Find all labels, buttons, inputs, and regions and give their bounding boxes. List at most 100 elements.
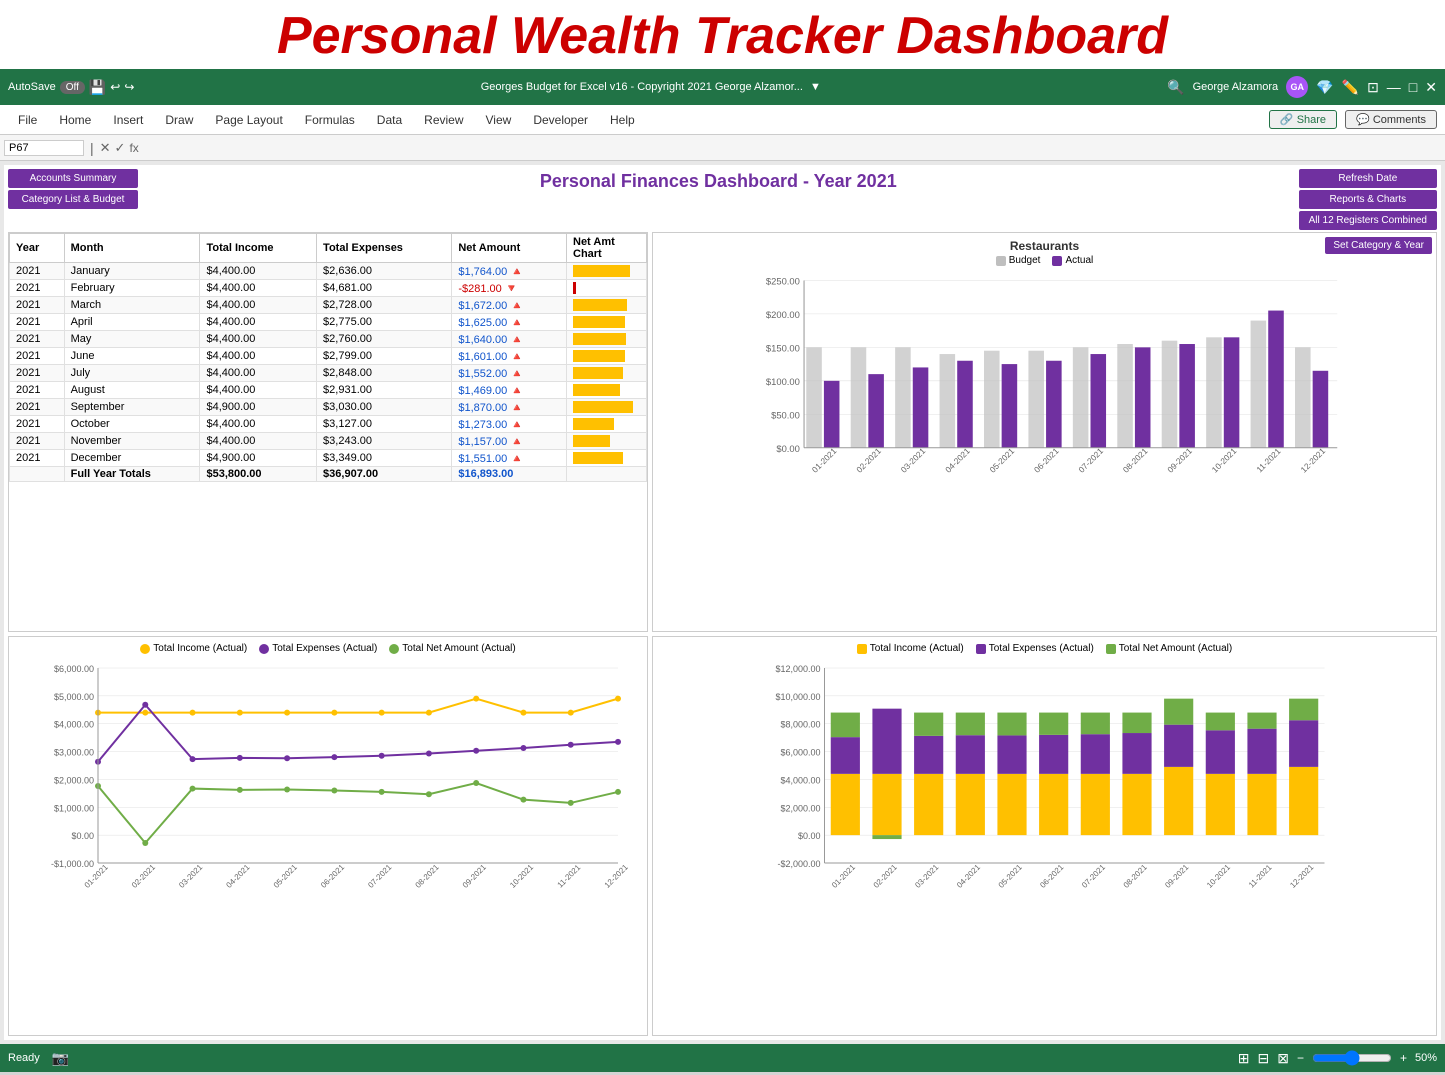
svg-text:01-2021: 01-2021	[810, 446, 839, 475]
table-row: 2021 June $4,400.00 $2,799.00 $1,601.00 …	[10, 348, 647, 365]
table-row: 2021 March $4,400.00 $2,728.00 $1,672.00…	[10, 297, 647, 314]
svg-text:$10,000.00: $10,000.00	[775, 692, 820, 702]
cell-income: $4,900.00	[200, 399, 317, 416]
svg-text:$12,000.00: $12,000.00	[775, 664, 820, 674]
cell-reference-input[interactable]	[4, 140, 84, 156]
svg-text:$200.00: $200.00	[766, 309, 800, 320]
set-category-button[interactable]: Set Category & Year	[1325, 237, 1432, 254]
legend-expenses-label: Total Expenses (Actual)	[272, 643, 377, 654]
cell-year: 2021	[10, 280, 65, 297]
menu-help[interactable]: Help	[600, 109, 645, 131]
stacked-legend-net-color	[1106, 644, 1116, 654]
line-chart-svg: -$1,000.00$0.00$1,000.00$2,000.00$3,000.…	[15, 658, 641, 918]
menu-home[interactable]: Home	[49, 109, 101, 131]
cell-month: August	[64, 382, 200, 399]
search-icon[interactable]: 🔍	[1167, 79, 1184, 96]
cell-year: 2021	[10, 314, 65, 331]
svg-text:10-2021: 10-2021	[1210, 446, 1239, 475]
svg-text:07-2021: 07-2021	[366, 862, 394, 890]
menu-data[interactable]: Data	[367, 109, 412, 131]
menu-file[interactable]: File	[8, 109, 47, 131]
cell-expenses: $3,349.00	[317, 450, 452, 467]
svg-text:05-2021: 05-2021	[987, 446, 1016, 475]
stacked-legend-expenses-color	[976, 644, 986, 654]
cell-month: July	[64, 365, 200, 382]
autosave-label: AutoSave	[8, 81, 56, 93]
menu-formulas[interactable]: Formulas	[295, 109, 365, 131]
reports-charts-button[interactable]: Reports & Charts	[1299, 190, 1437, 209]
comments-button[interactable]: 💬 Comments	[1345, 110, 1437, 129]
page-break-icon[interactable]: ⊠	[1277, 1050, 1289, 1067]
cancel-formula-icon[interactable]: ✕	[100, 140, 111, 156]
stacked-legend-expenses-label: Total Expenses (Actual)	[989, 643, 1094, 654]
autosave-toggle[interactable]: Off	[60, 81, 85, 94]
svg-text:03-2021: 03-2021	[899, 446, 928, 475]
close-icon[interactable]: ✕	[1425, 79, 1437, 96]
zoom-plus-icon[interactable]: +	[1400, 1051, 1407, 1065]
all-registers-button[interactable]: All 12 Registers Combined	[1299, 211, 1437, 230]
svg-text:04-2021: 04-2021	[943, 446, 972, 475]
category-list-button[interactable]: Category List & Budget	[8, 190, 138, 209]
window-icon[interactable]: ⊡	[1367, 79, 1379, 96]
dropdown-arrow[interactable]: ▼	[810, 81, 821, 93]
stacked-chart-legend: Total Income (Actual) Total Expenses (Ac…	[659, 643, 1430, 654]
normal-view-icon[interactable]: ⊞	[1238, 1050, 1250, 1067]
svg-text:08-2021: 08-2021	[1122, 862, 1150, 890]
function-icon[interactable]: fx	[129, 141, 138, 155]
cell-expenses: $2,760.00	[317, 331, 452, 348]
legend-budget-color	[996, 256, 1006, 266]
table-row: 2021 January $4,400.00 $2,636.00 $1,764.…	[10, 263, 647, 280]
cell-income: $4,400.00	[200, 382, 317, 399]
redo-icon[interactable]: ↪	[124, 80, 134, 94]
stacked-chart-container: Total Income (Actual) Total Expenses (Ac…	[652, 636, 1437, 1036]
restaurants-svg: $0.00$50.00$100.00$150.00$200.00$250.000…	[659, 270, 1430, 500]
restaurants-chart-container: Restaurants Budget Actual Set Category &…	[652, 232, 1437, 632]
pen-icon[interactable]: ✏️	[1342, 79, 1359, 96]
svg-text:05-2021: 05-2021	[997, 862, 1025, 890]
menu-draw[interactable]: Draw	[155, 109, 203, 131]
formula-bar: | ✕ ✓ fx	[0, 135, 1445, 161]
menu-page-layout[interactable]: Page Layout	[205, 109, 292, 131]
cell-income: $4,400.00	[200, 314, 317, 331]
minimize-icon[interactable]: —	[1387, 79, 1401, 95]
avatar: GA	[1286, 76, 1308, 98]
refresh-date-button[interactable]: Refresh Date	[1299, 169, 1437, 188]
svg-text:02-2021: 02-2021	[854, 446, 883, 475]
maximize-icon[interactable]: □	[1409, 79, 1417, 95]
menu-insert[interactable]: Insert	[103, 109, 153, 131]
undo-icon[interactable]: ↩	[110, 80, 120, 94]
save-icon[interactable]: 💾	[89, 79, 106, 96]
cell-net: $1,273.00 🔺	[452, 416, 567, 433]
financial-table: Year Month Total Income Total Expenses N…	[9, 233, 647, 482]
confirm-formula-icon[interactable]: ✓	[115, 140, 126, 156]
svg-text:07-2021: 07-2021	[1080, 862, 1108, 890]
svg-text:$250.00: $250.00	[766, 276, 800, 287]
svg-text:-$2,000.00: -$2,000.00	[777, 859, 820, 869]
cell-expenses: $2,848.00	[317, 365, 452, 382]
svg-text:04-2021: 04-2021	[955, 862, 983, 890]
formula-separator: |	[88, 140, 96, 156]
zoom-minus-icon[interactable]: −	[1297, 1051, 1304, 1065]
cell-net: $1,469.00 🔺	[452, 382, 567, 399]
menu-review[interactable]: Review	[414, 109, 473, 131]
share-button[interactable]: 🔗 Share	[1269, 110, 1337, 129]
svg-text:08-2021: 08-2021	[1121, 446, 1150, 475]
page-layout-icon[interactable]: ⊟	[1257, 1050, 1269, 1067]
cell-expenses: $2,775.00	[317, 314, 452, 331]
cell-bar	[567, 399, 647, 416]
zoom-slider[interactable]	[1312, 1050, 1392, 1066]
stacked-legend-expenses: Total Expenses (Actual)	[976, 643, 1094, 654]
svg-text:$0.00: $0.00	[798, 831, 821, 841]
svg-text:12-2021: 12-2021	[603, 862, 631, 890]
title-banner: Personal Wealth Tracker Dashboard	[0, 0, 1445, 69]
svg-text:$2,000.00: $2,000.00	[54, 776, 94, 786]
cell-year: 2021	[10, 382, 65, 399]
svg-text:11-2021: 11-2021	[556, 863, 583, 890]
cell-income: $4,400.00	[200, 263, 317, 280]
accounts-summary-button[interactable]: Accounts Summary	[8, 169, 138, 188]
formula-input[interactable]	[143, 142, 1441, 154]
menu-developer[interactable]: Developer	[523, 109, 598, 131]
menu-view[interactable]: View	[476, 109, 522, 131]
cell-month: September	[64, 399, 200, 416]
cell-bar	[567, 365, 647, 382]
